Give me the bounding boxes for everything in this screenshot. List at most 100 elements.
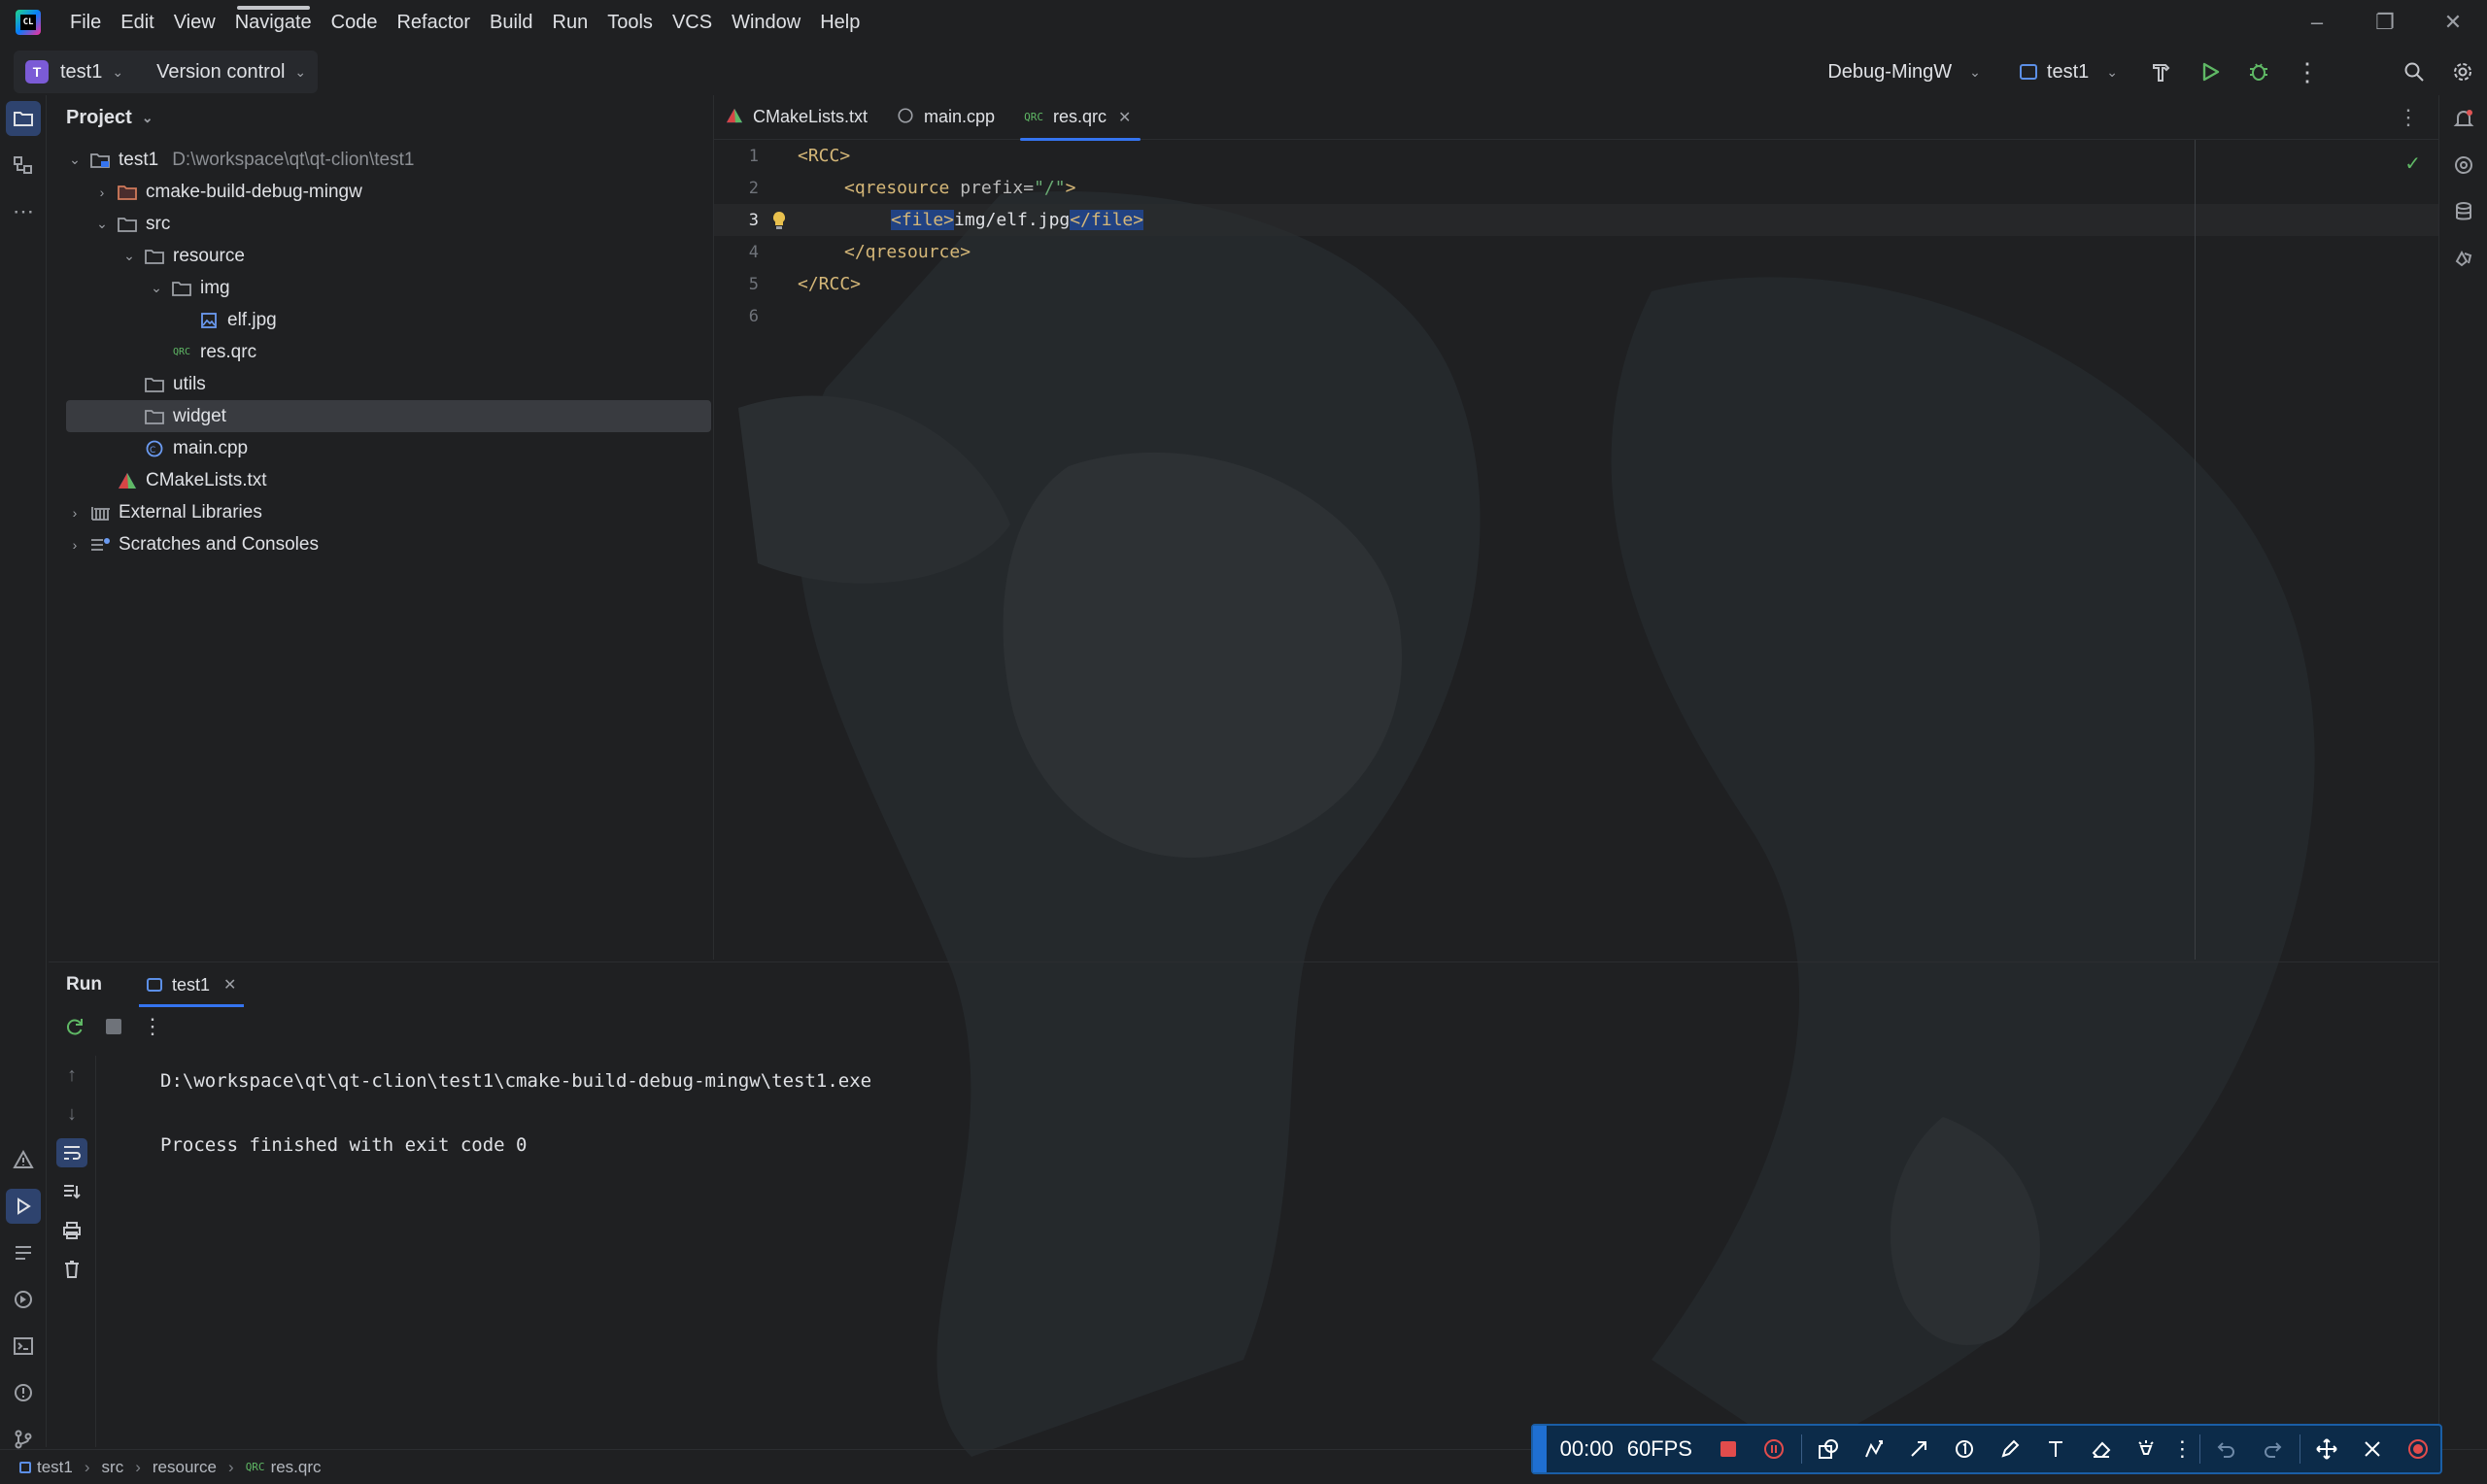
lightbulb-icon[interactable] (770, 210, 788, 236)
run-tool-icon[interactable] (6, 1189, 41, 1224)
close-tab-icon[interactable]: ✕ (1118, 108, 1131, 127)
stop-record-icon[interactable] (1706, 1426, 1752, 1472)
rerun-icon[interactable] (58, 1010, 91, 1043)
clion-logo-icon[interactable]: CL (16, 10, 41, 35)
version-control-widget[interactable]: Version control (156, 61, 285, 84)
terminal-icon[interactable] (0, 1323, 47, 1369)
stop-icon[interactable] (97, 1010, 130, 1043)
undo-icon[interactable] (2204, 1426, 2250, 1472)
more-vertical-icon[interactable]: ⋮ (2169, 1426, 2196, 1472)
breadcrumb-item[interactable]: resource (153, 1458, 217, 1477)
chevron-down-icon[interactable]: ⌄ (64, 152, 85, 168)
text-tool-icon[interactable] (2032, 1426, 2078, 1472)
menu-refactor[interactable]: Refactor (387, 0, 480, 45)
database-icon[interactable] (2439, 188, 2487, 235)
tab-main-cpp[interactable]: main.cpp (885, 95, 1012, 140)
close-recorder-icon[interactable] (2349, 1426, 2395, 1472)
chevron-down-icon[interactable]: ⌄ (146, 280, 167, 296)
menu-help[interactable]: Help (810, 0, 869, 45)
menu-vcs[interactable]: VCS (663, 0, 722, 45)
breadcrumb-item[interactable]: src (102, 1458, 124, 1477)
code-editor[interactable]: 1 <RCC> 2 <qresource prefix="/"> 3 <file… (714, 140, 2438, 332)
info-circle-icon[interactable] (0, 1369, 47, 1416)
menu-code[interactable]: Code (322, 0, 388, 45)
eraser-icon[interactable] (2078, 1426, 2124, 1472)
tree-node-utils[interactable]: utils (49, 368, 711, 400)
restore-button[interactable]: ❐ (2351, 0, 2419, 45)
notifications-bell-icon[interactable] (2439, 95, 2487, 142)
tree-node-external-libraries[interactable]: › External Libraries (49, 496, 711, 528)
menu-navigate[interactable]: Navigate (225, 0, 322, 45)
project-panel-header[interactable]: Project ⌄ (49, 95, 711, 140)
close-tab-icon[interactable]: ✕ (223, 975, 236, 995)
move-icon[interactable] (2304, 1426, 2350, 1472)
shapes-icon[interactable] (1806, 1426, 1852, 1472)
curve-arrow-icon[interactable] (1851, 1426, 1896, 1472)
tree-node-test1[interactable]: ⌄ test1 D:\workspace\qt\qt-clion\test1 (49, 144, 711, 176)
tree-node-src[interactable]: ⌄ src (49, 208, 711, 240)
chevron-down-icon[interactable]: ⌄ (91, 216, 113, 232)
search-icon[interactable] (2390, 49, 2438, 95)
breadcrumb-item[interactable]: test1 (37, 1458, 73, 1477)
tree-node-main-cpp[interactable]: C main.cpp (49, 432, 711, 464)
tree-node-elf-jpg[interactable]: elf.jpg (49, 304, 711, 336)
tree-node-resource[interactable]: ⌄ resource (49, 240, 711, 272)
scroll-to-end-icon[interactable] (49, 1172, 95, 1211)
build-config-selector[interactable]: Debug-MingW (1827, 61, 1952, 84)
arrow-up-icon[interactable]: ↑ (49, 1056, 95, 1095)
chevron-right-icon[interactable]: › (64, 537, 85, 553)
menu-tools[interactable]: Tools (597, 0, 663, 45)
gear-icon[interactable] (2438, 49, 2487, 95)
breadcrumb-item[interactable]: res.qrc (271, 1458, 322, 1477)
trash-icon[interactable] (49, 1250, 95, 1289)
menu-build[interactable]: Build (480, 0, 542, 45)
structure-icon[interactable] (0, 142, 47, 188)
debug-bug-icon[interactable] (2234, 49, 2283, 95)
pen-icon[interactable] (1988, 1426, 2033, 1472)
tree-node-res-qrc[interactable]: QRC res.qrc (49, 336, 711, 368)
more-horizontal-icon[interactable]: ⋯ (0, 188, 47, 235)
chevron-right-icon[interactable]: › (64, 505, 85, 521)
tab-cmakelists[interactable]: CMakeLists.txt (714, 95, 885, 140)
redo-icon[interactable] (2250, 1426, 2296, 1472)
tabs-more-icon[interactable]: ⋮ (2398, 95, 2419, 140)
more-vertical-icon[interactable]: ⋮ (2283, 49, 2332, 95)
services-icon[interactable] (0, 1276, 47, 1323)
no-problems-check-icon[interactable]: ✓ (2404, 152, 2421, 176)
tree-node-cmake-build-debug-mingw[interactable]: › cmake-build-debug-mingw (49, 176, 711, 208)
menu-run[interactable]: Run (543, 0, 598, 45)
menu-edit[interactable]: Edit (111, 0, 163, 45)
tab-res-qrc[interactable]: QRC res.qrc ✕ (1012, 95, 1148, 141)
minimize-button[interactable]: – (2283, 0, 2351, 45)
spotlight-icon[interactable] (2124, 1426, 2169, 1472)
menu-view[interactable]: View (164, 0, 225, 45)
plugin-icon[interactable] (2439, 235, 2487, 282)
arrow-down-icon[interactable]: ↓ (49, 1095, 95, 1133)
arrow-icon[interactable] (1896, 1426, 1942, 1472)
tree-node-scratches[interactable]: › Scratches and Consoles (49, 528, 711, 560)
menu-window[interactable]: Window (722, 0, 810, 45)
build-hammer-icon[interactable] (2137, 49, 2186, 95)
record-indicator-icon[interactable] (2395, 1426, 2440, 1472)
number-marker-icon[interactable] (1942, 1426, 1988, 1472)
menu-file[interactable]: File (60, 0, 111, 45)
problems-warning-icon[interactable] (0, 1136, 47, 1183)
run-target-selector[interactable]: test1 (2047, 61, 2089, 84)
run-console-output[interactable]: D:\workspace\qt\qt-clion\test1\cmake-bui… (95, 1056, 2438, 1447)
ai-assistant-icon[interactable] (2439, 142, 2487, 188)
project-tool-folder-icon[interactable] (6, 101, 41, 136)
recorder-drag-handle[interactable] (1533, 1426, 1547, 1472)
chevron-down-icon[interactable]: ⌄ (119, 248, 140, 264)
project-switcher[interactable]: T test1 ⌄ Version control ⌄ (14, 51, 319, 93)
more-vertical-icon[interactable]: ⋮ (136, 1010, 169, 1043)
chevron-right-icon[interactable]: › (91, 185, 113, 200)
pause-record-icon[interactable] (1752, 1426, 1797, 1472)
run-tab-test1[interactable]: test1 ✕ (131, 962, 252, 1007)
tree-node-img[interactable]: ⌄ img (49, 272, 711, 304)
run-play-icon[interactable] (2186, 49, 2234, 95)
messages-list-icon[interactable] (0, 1230, 47, 1276)
print-icon[interactable] (49, 1211, 95, 1250)
tree-node-cmakelists[interactable]: CMakeLists.txt (49, 464, 711, 496)
tree-node-widget[interactable]: widget (66, 400, 711, 432)
close-window-button[interactable]: ✕ (2419, 0, 2487, 45)
